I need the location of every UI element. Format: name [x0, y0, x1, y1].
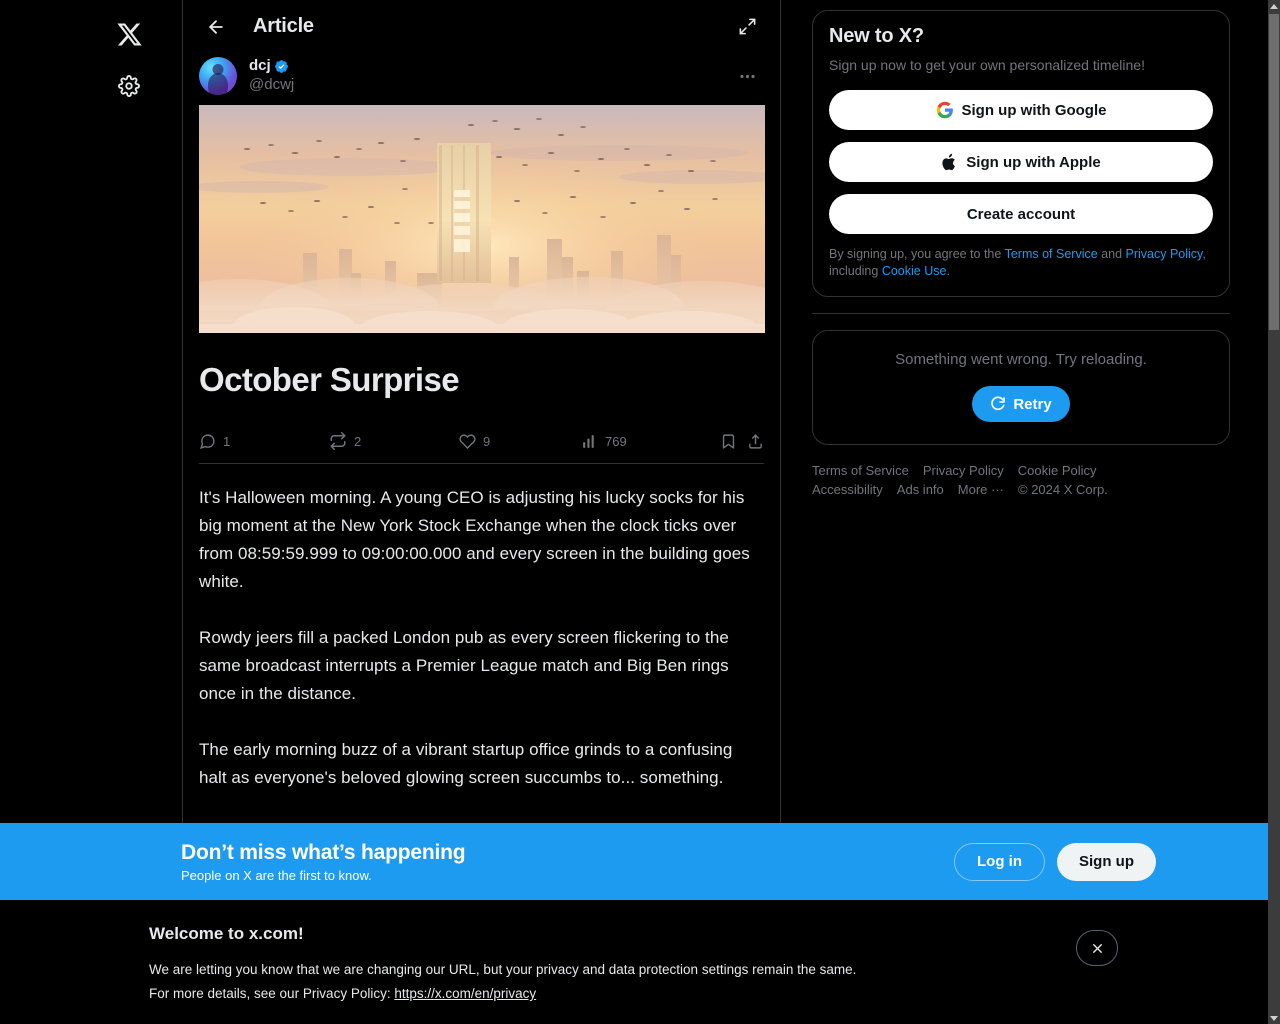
cta-banner-buttons: Log in Sign up	[954, 842, 1156, 881]
article-topbar: Article	[183, 0, 780, 53]
footer-link-terms[interactable]: Terms of Service	[812, 463, 909, 478]
footer-link-more[interactable]: More ···	[958, 482, 1004, 497]
cookie-notice-line2-prefix: For more details, see our Privacy Policy…	[149, 986, 395, 1001]
views-metric[interactable]: 769	[581, 433, 720, 450]
gear-icon[interactable]	[103, 60, 155, 112]
scrollbar-thumb[interactable]	[1269, 14, 1279, 330]
reply-metric[interactable]: 1	[199, 433, 329, 450]
signup-button[interactable]: Sign up	[1057, 842, 1156, 881]
signup-google-label: Sign up with Google	[961, 101, 1107, 119]
author-meta: dcj @dcwj	[249, 57, 294, 95]
cta-banner-subtitle: People on X are the first to know.	[181, 867, 372, 883]
reply-bubble-icon	[199, 433, 216, 450]
bookmark-icon[interactable]	[720, 433, 737, 450]
cta-banner-text: Don’t miss what’s happening People on X …	[181, 840, 466, 883]
google-g-icon	[936, 101, 954, 119]
article-paragraph: It's Halloween morning. A young CEO is a…	[199, 487, 750, 591]
login-button[interactable]: Log in	[954, 842, 1045, 881]
footer-link-privacy[interactable]: Privacy Policy	[923, 463, 1004, 478]
cookie-notice-title: Welcome to x.com!	[149, 924, 304, 943]
error-panel: Something went wrong. Try reloading. Ret…	[812, 330, 1230, 445]
repost-metric[interactable]: 2	[329, 432, 459, 451]
views-count: 769	[605, 433, 627, 449]
arrow-left-icon[interactable]	[199, 10, 233, 44]
signup-title: New to X?	[829, 25, 924, 47]
article-paragraph: The early morning buzz of a vibrant star…	[199, 739, 733, 787]
scrollbar-down-arrow[interactable]	[1268, 1012, 1280, 1024]
retry-label: Retry	[1013, 395, 1052, 413]
error-message: Something went wrong. Try reloading.	[895, 351, 1147, 368]
refresh-icon	[990, 396, 1006, 412]
author-name-row: dcj	[249, 57, 294, 76]
share-upload-icon[interactable]	[747, 433, 764, 450]
more-horizontal-icon[interactable]	[730, 59, 764, 93]
like-count: 9	[483, 433, 491, 449]
privacy-policy-url-link[interactable]: https://x.com/en/privacy	[394, 986, 536, 1001]
avatar[interactable]	[199, 57, 237, 95]
signup-subtitle: Sign up now to get your own personalized…	[829, 57, 1145, 73]
footer-copyright: © 2024 X Corp.	[1018, 482, 1108, 497]
signup-legal-text: By signing up, you agree to the Terms of…	[829, 246, 1213, 280]
repost-arrows-icon	[329, 432, 347, 451]
apple-logo-icon	[941, 153, 958, 172]
x-logo-icon[interactable]	[103, 8, 155, 60]
create-account-button[interactable]: Create account	[829, 194, 1213, 234]
article-body: It's Halloween morning. A young CEO is a…	[199, 484, 764, 792]
signup-apple-button[interactable]: Sign up with Apple	[829, 142, 1213, 182]
signup-panel: New to X? Sign up now to get your own pe…	[812, 10, 1230, 297]
close-x-icon[interactable]	[1076, 930, 1118, 966]
repost-count: 2	[354, 433, 362, 449]
author-row: dcj @dcwj	[183, 53, 780, 105]
terms-of-service-link[interactable]: Terms of Service	[1005, 247, 1098, 261]
scrollbar-up-arrow[interactable]	[1268, 0, 1280, 12]
footer-link-accessibility[interactable]: Accessibility	[812, 482, 883, 497]
cta-banner-title: Don’t miss what’s happening	[181, 840, 466, 864]
like-metric[interactable]: 9	[459, 433, 581, 450]
legal-prefix: By signing up, you agree to the	[829, 247, 1005, 261]
reply-count: 1	[223, 433, 231, 449]
analytics-bars-icon	[581, 433, 598, 450]
article-hero-image	[199, 105, 765, 333]
verified-badge-icon	[274, 59, 289, 74]
footer-link-ads-info[interactable]: Ads info	[897, 482, 944, 497]
footer-link-cookie[interactable]: Cookie Policy	[1018, 463, 1097, 478]
cookie-notice-line2: For more details, see our Privacy Policy…	[149, 982, 856, 1006]
x-article-page: Article dcj @dcwj October Surprise 1 2 9…	[0, 0, 1280, 1024]
cookie-notice: Welcome to x.com! We are letting you kno…	[0, 900, 1268, 1024]
retry-button[interactable]: Retry	[972, 386, 1070, 422]
article-title: October Surprise	[199, 361, 460, 398]
cookie-notice-text: Welcome to x.com! We are letting you kno…	[149, 924, 856, 1006]
signup-google-button[interactable]: Sign up with Google	[829, 90, 1213, 130]
heart-icon	[459, 433, 476, 450]
signup-cta-banner: Don’t miss what’s happening People on X …	[0, 823, 1268, 900]
article-paragraph: Rowdy jeers fill a packed London pub as …	[199, 627, 729, 703]
page-title: Article	[253, 15, 314, 37]
create-account-label: Create account	[966, 205, 1076, 223]
metrics-actions	[720, 433, 764, 450]
expand-arrows-icon[interactable]	[730, 10, 764, 44]
signup-apple-label: Sign up with Apple	[966, 153, 1101, 171]
legal-and: and	[1097, 247, 1126, 261]
sidebar-footer-links: Terms of Service Privacy Policy Cookie P…	[812, 463, 1142, 497]
page-scrollbar[interactable]	[1268, 0, 1280, 1024]
cookie-notice-line1: We are letting you know that we are chan…	[149, 962, 857, 977]
author-display-name[interactable]: dcj	[249, 57, 271, 76]
engagement-metrics-row: 1 2 9 769	[199, 420, 764, 464]
author-handle[interactable]: @dcwj	[249, 76, 294, 95]
cookie-use-link[interactable]: Cookie Use.	[882, 264, 950, 278]
sidebar-divider	[812, 297, 1230, 330]
privacy-policy-link[interactable]: Privacy Policy	[1126, 247, 1203, 261]
